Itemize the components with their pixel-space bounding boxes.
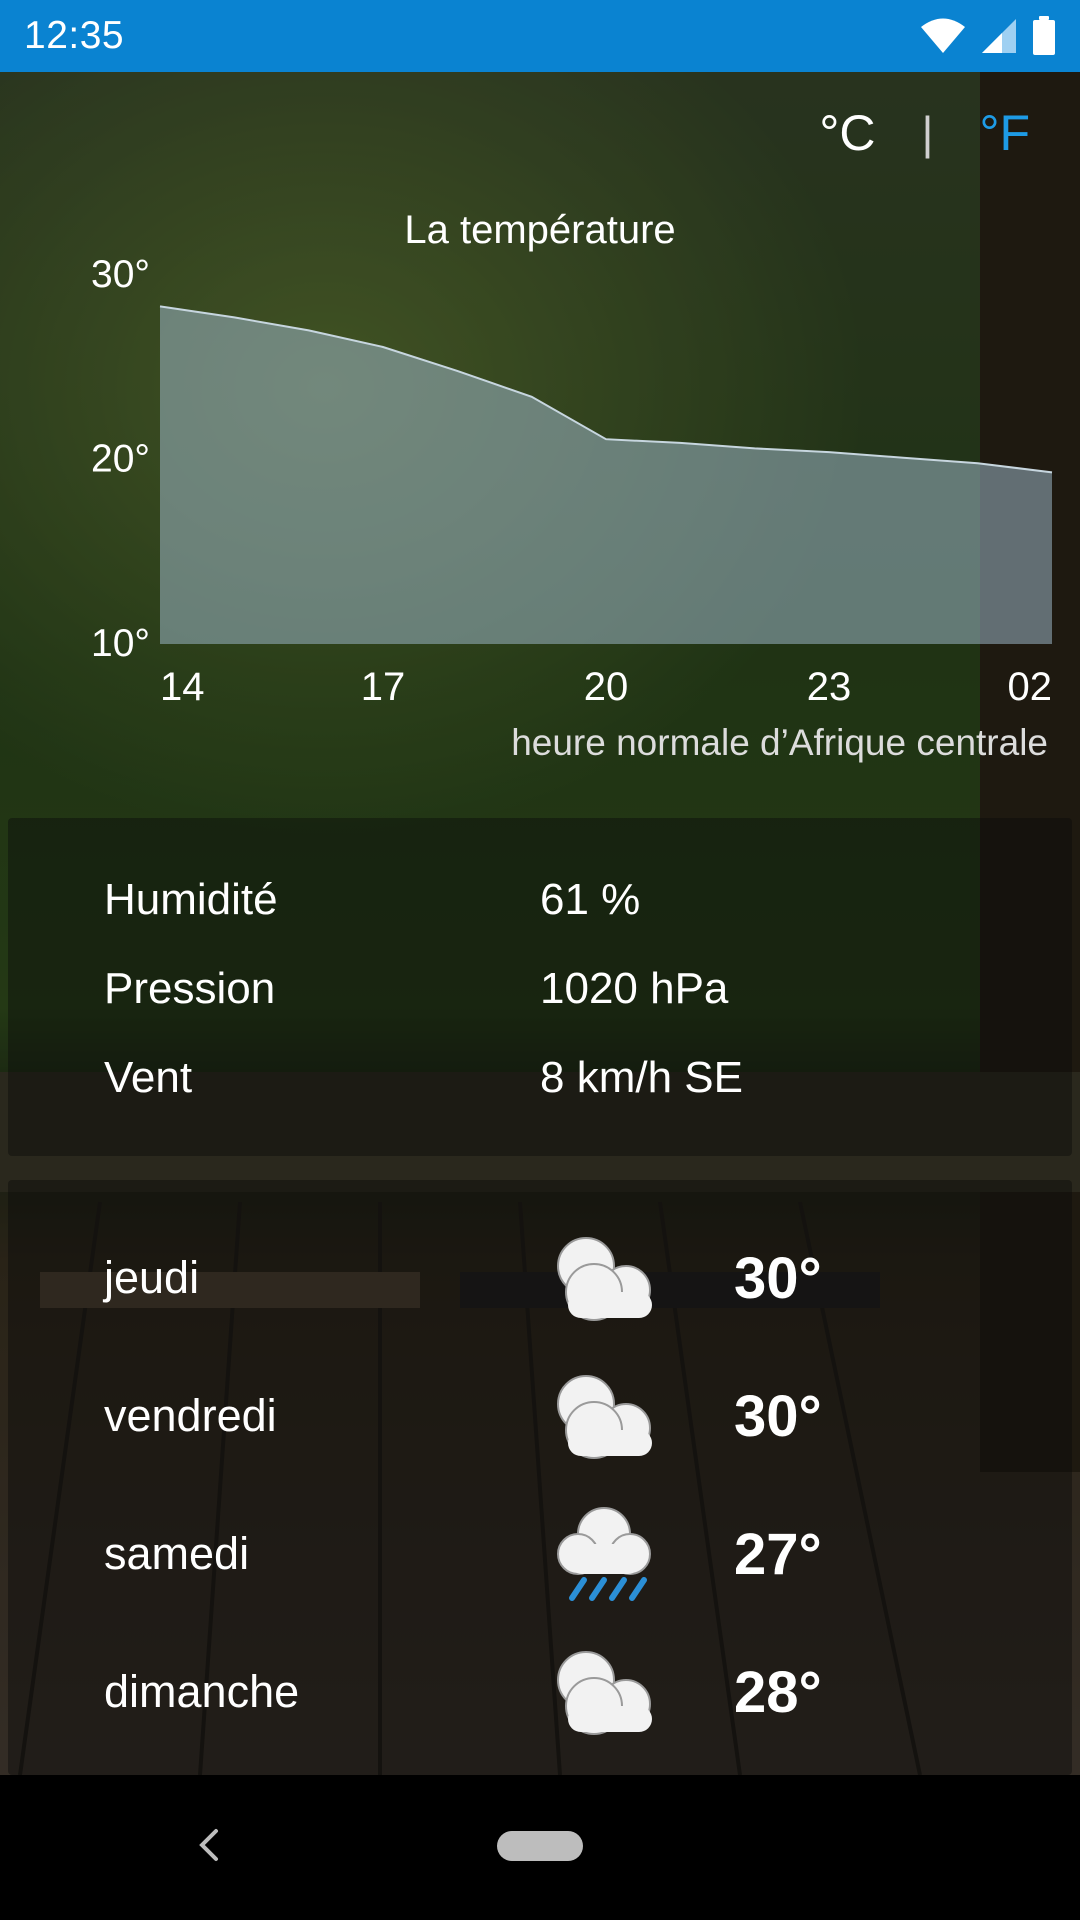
cloudy-icon [544,1356,734,1476]
x-tick-label: 02 [1008,665,1053,709]
navigation-bar [0,1775,1080,1920]
wind-value: 8 km/h SE [540,1053,743,1102]
forecast-panel: jeudi 30° vendredi 30° samedi 27° dimanc… [8,1180,1072,1775]
cloudy-icon [544,1218,734,1338]
details-panel: Humidité 61 % Pression 1020 hPa Vent 8 k… [8,818,1072,1156]
pressure-row: Pression 1020 hPa [104,959,1032,1019]
forecast-row[interactable]: vendredi 30° [104,1356,1032,1476]
back-icon[interactable] [190,1825,230,1865]
day-temp: 30° [734,1245,822,1311]
timezone-label: heure normale d’Afrique centrale [511,722,1048,763]
y-tick-label: 30° [91,253,150,296]
day-temp: 28° [734,1659,822,1725]
pressure-label: Pression [104,964,276,1013]
day-temp: 30° [734,1383,822,1449]
humidity-label: Humidité [104,875,278,924]
wind-row: Vent 8 km/h SE [104,1048,1032,1108]
humidity-row: Humidité 61 % [104,870,1032,930]
x-tick-label: 23 [807,665,852,709]
home-button[interactable] [497,1831,583,1861]
day-name: jeudi [104,1252,200,1303]
day-name: dimanche [104,1666,300,1717]
y-tick-label: 20° [91,438,150,481]
forecast-row[interactable]: samedi 27° [104,1494,1032,1614]
x-tick-label: 17 [361,665,406,709]
humidity-value: 61 % [540,875,641,924]
y-tick-label: 10° [91,622,150,665]
forecast-row[interactable]: jeudi 30° [104,1218,1032,1338]
x-tick-label: 14 [160,665,205,709]
day-name: vendredi [104,1390,277,1441]
rain-icon [544,1494,734,1614]
wind-label: Vent [104,1053,193,1102]
x-tick-label: 20 [584,665,629,709]
temperature-chart: 30° 20° 10°14 17 20 23 02 [91,253,1053,709]
forecast-row[interactable]: dimanche 28° [104,1632,1032,1752]
pressure-value: 1020 hPa [540,964,729,1013]
day-name: samedi [104,1528,250,1579]
day-temp: 27° [734,1521,822,1587]
cloudy-icon [544,1632,734,1752]
temperature-area [160,306,1052,644]
